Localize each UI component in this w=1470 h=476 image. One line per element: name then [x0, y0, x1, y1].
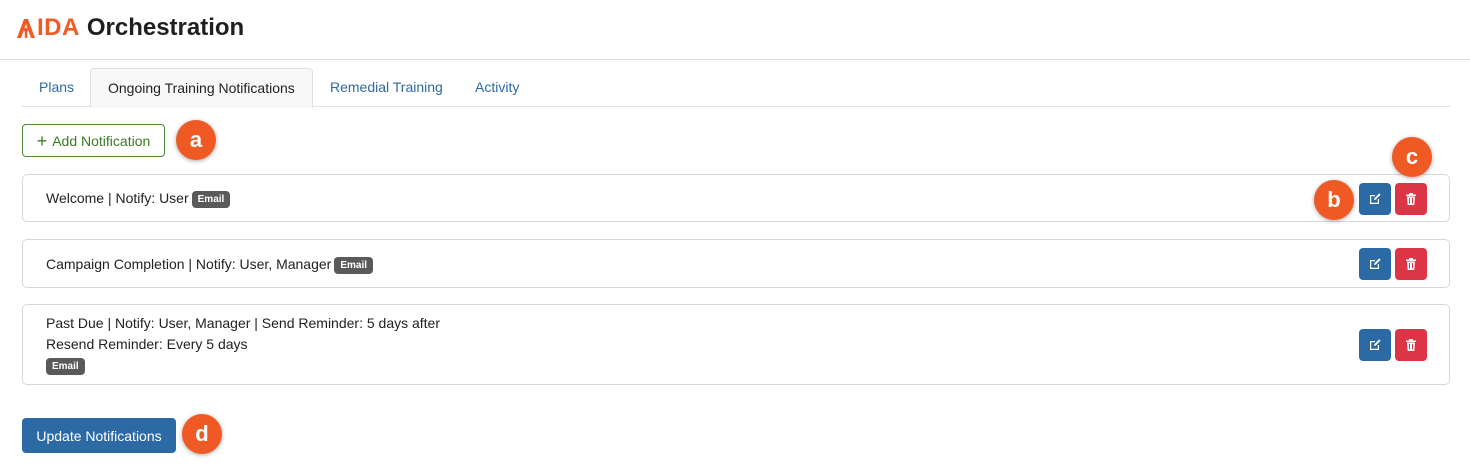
notification-card-past-due: Past Due | Notify: User, Manager | Send …	[22, 304, 1450, 385]
email-badge: Email	[334, 256, 374, 274]
email-badge: Email	[46, 357, 85, 375]
marker-c: c	[1392, 137, 1432, 177]
plus-icon: +	[36, 130, 48, 151]
app-logo[interactable]: IDA Orchestration	[15, 14, 244, 42]
tab-ongoing-training-notifications[interactable]: Ongoing Training Notifications	[90, 68, 313, 108]
trash-icon	[1406, 339, 1416, 351]
logo-brand: IDA	[37, 14, 80, 41]
edit-button[interactable]	[1359, 329, 1391, 361]
notification-card-campaign-completion: Campaign Completion | Notify: User, Mana…	[22, 239, 1450, 288]
notification-card-welcome: Welcome | Notify: User Email	[22, 174, 1450, 222]
delete-button[interactable]	[1395, 329, 1427, 361]
tab-activity[interactable]: Activity	[458, 68, 536, 107]
notification-summary: Campaign Completion | Notify: User, Mana…	[46, 256, 332, 272]
notification-reminder: Resend Reminder: Every 5 days	[46, 336, 248, 352]
app-title: Orchestration	[86, 14, 245, 41]
edit-icon	[1370, 339, 1381, 350]
notification-summary: Past Due | Notify: User, Manager | Send …	[46, 315, 441, 331]
trash-icon	[1406, 258, 1416, 270]
trash-icon	[1406, 193, 1416, 205]
notification-text: Past Due | Notify: User, Manager | Send …	[46, 313, 440, 376]
edit-button[interactable]	[1359, 183, 1391, 215]
marker-d: d	[182, 414, 222, 454]
tab-bar: Plans Ongoing Training Notifications Rem…	[22, 68, 1450, 108]
email-badge: Email	[191, 190, 231, 208]
marker-b: b	[1314, 180, 1354, 220]
delete-button[interactable]	[1395, 248, 1427, 280]
notification-text: Welcome | Notify: User Email	[46, 188, 231, 209]
app-header: IDA Orchestration	[0, 0, 1470, 60]
add-notification-button[interactable]: + Add Notification	[22, 124, 165, 157]
notification-summary: Welcome | Notify: User	[46, 190, 189, 206]
logo-a-icon	[17, 19, 35, 38]
delete-button[interactable]	[1395, 183, 1427, 215]
tab-plans[interactable]: Plans	[22, 68, 91, 107]
tab-remedial-training[interactable]: Remedial Training	[313, 68, 460, 107]
update-notifications-button[interactable]: Update Notifications	[22, 418, 176, 453]
notification-text: Campaign Completion | Notify: User, Mana…	[46, 254, 374, 275]
edit-button[interactable]	[1359, 248, 1391, 280]
add-notification-label: Add Notification	[52, 132, 151, 149]
edit-icon	[1370, 258, 1381, 269]
marker-a: a	[176, 120, 216, 160]
edit-icon	[1370, 193, 1381, 204]
